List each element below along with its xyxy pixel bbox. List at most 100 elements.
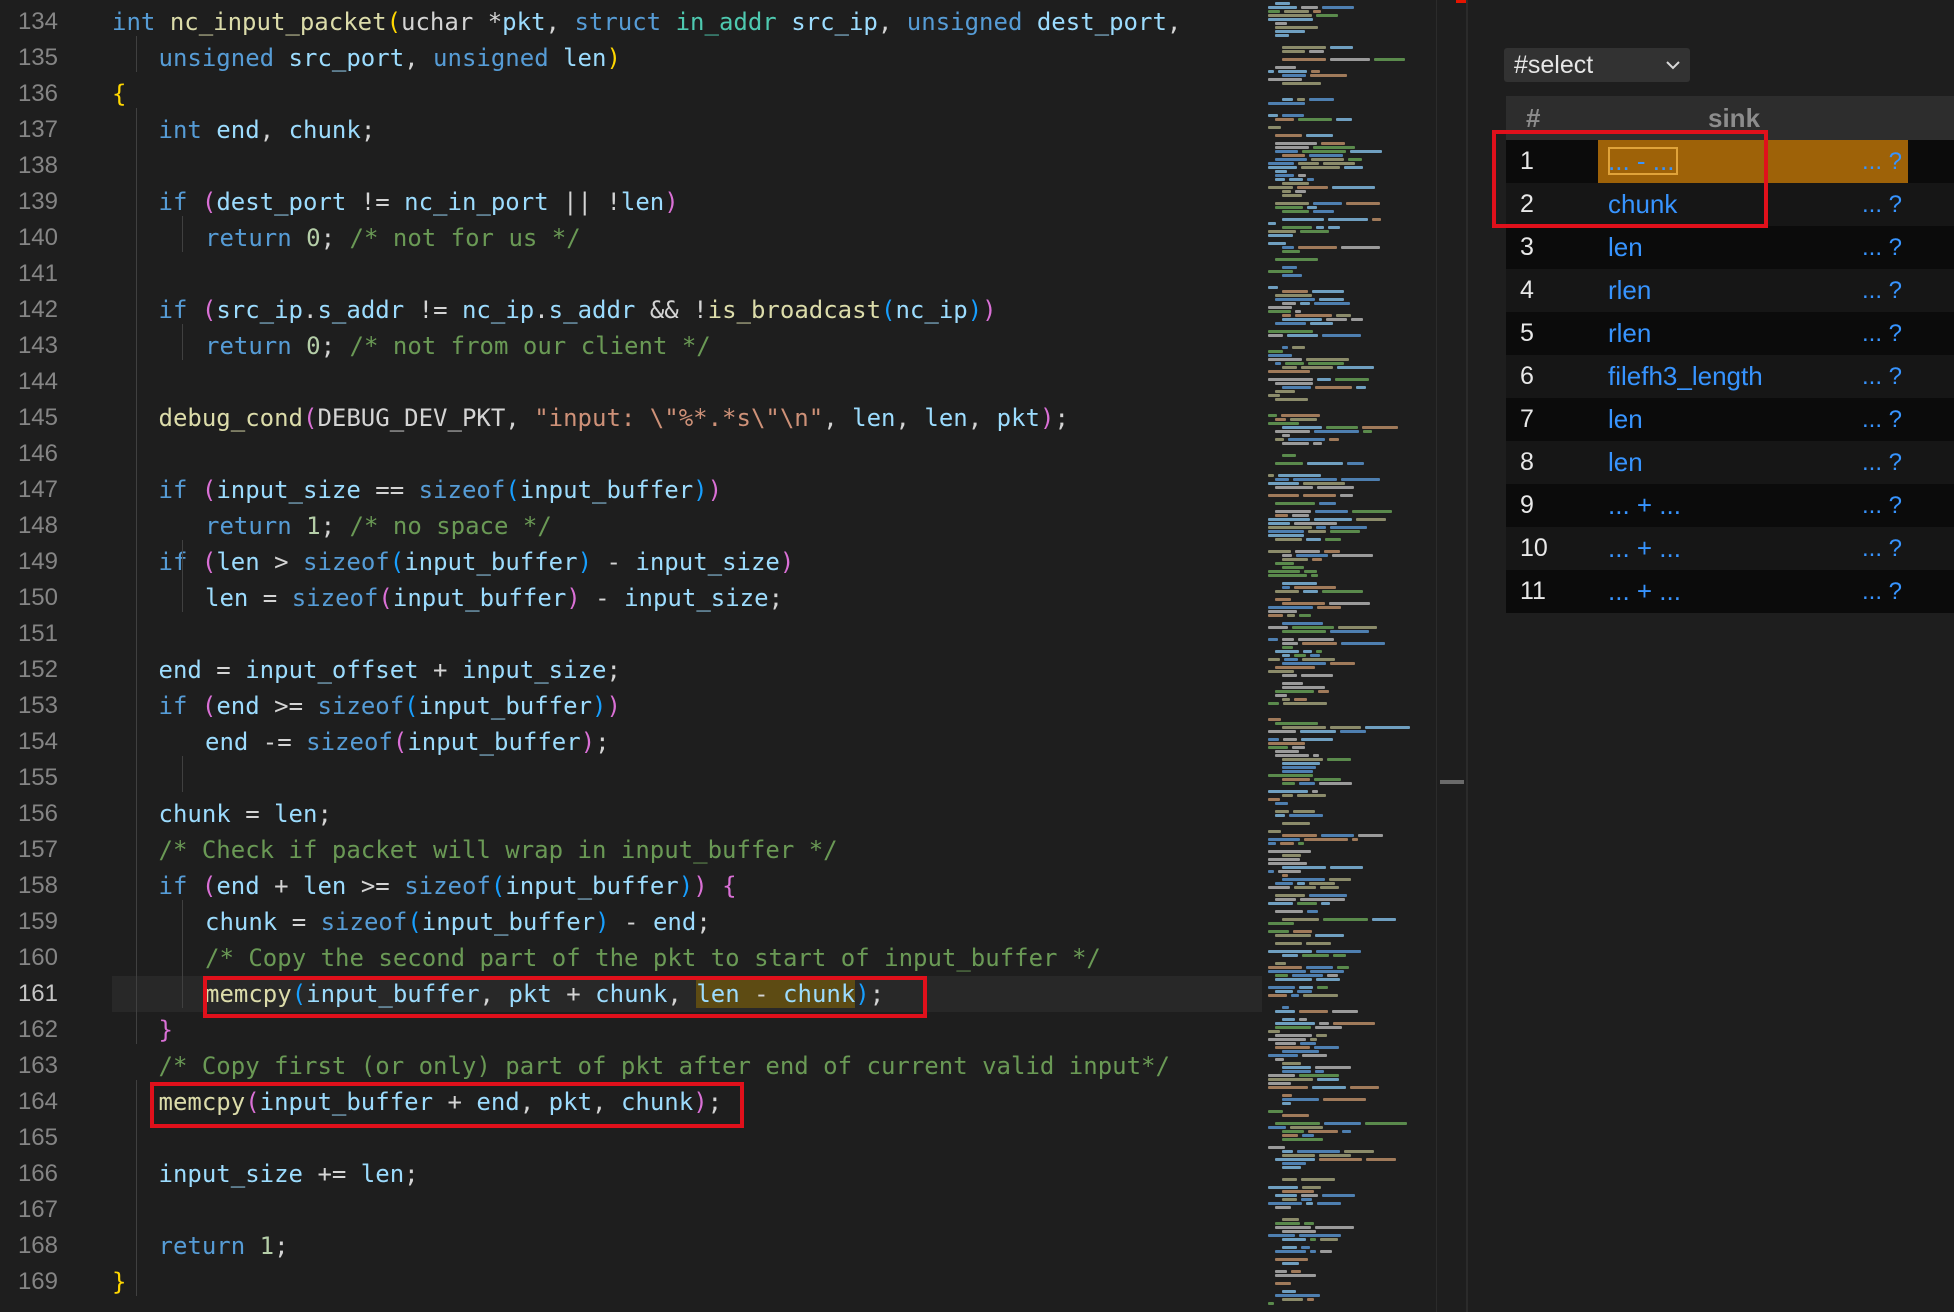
code-token: len (216, 548, 260, 576)
minimap-stroke (1301, 6, 1318, 9)
table-row[interactable]: 8 len ... ? (1506, 441, 1954, 484)
minimap-stroke (1275, 722, 1318, 725)
code-token: , (967, 404, 997, 432)
minimap-stroke (1295, 550, 1320, 553)
minimap-stroke (1306, 134, 1333, 137)
location-link[interactable]: ... ? (1862, 484, 1902, 527)
code-line[interactable]: return 0; /* not for us */ (205, 220, 581, 256)
code-line[interactable]: end = input_offset + input_size; (159, 652, 621, 688)
code-line[interactable]: end -= sizeof(input_buffer); (205, 724, 610, 760)
minimap-stroke (1282, 1138, 1323, 1141)
sink-link[interactable]: ... + ... (1608, 570, 1681, 613)
code-line[interactable]: /* Copy first (or only) part of pkt afte… (159, 1048, 1170, 1084)
sink-link[interactable]: len (1608, 226, 1643, 269)
table-row[interactable]: 9 ... + ... ... ? (1506, 484, 1954, 527)
scrollbar-thumb[interactable] (1440, 780, 1464, 784)
minimap-stroke (1278, 70, 1307, 73)
code-line[interactable]: if (dest_port != nc_in_port || !len) (159, 184, 679, 220)
table-row[interactable]: 4 rlen ... ? (1506, 269, 1954, 312)
minimap-stroke (1282, 250, 1300, 253)
minimap[interactable] (1266, 0, 1426, 1312)
minimap-stroke (1268, 1030, 1280, 1033)
minimap-stroke (1268, 606, 1313, 609)
minimap-stroke (1282, 1230, 1316, 1233)
table-row[interactable]: 3 len ... ? (1506, 226, 1954, 269)
minimap-stroke (1275, 298, 1315, 301)
sink-link[interactable]: ... + ... (1608, 484, 1681, 527)
code-line[interactable]: return 0; /* not from our client */ (205, 328, 711, 364)
code-token: end (216, 116, 260, 144)
minimap-stroke (1268, 242, 1286, 245)
query-select-dropdown[interactable]: #select (1504, 48, 1690, 82)
vertical-scrollbar[interactable] (1436, 0, 1467, 1312)
code-line[interactable]: } (112, 1264, 126, 1300)
code-line[interactable]: return 1; (159, 1228, 289, 1264)
location-link[interactable]: ... ? (1862, 441, 1902, 484)
minimap-stroke (1282, 682, 1303, 685)
table-row[interactable]: 5 rlen ... ? (1506, 312, 1954, 355)
code-token: input_buffer (519, 476, 694, 504)
code-token: input_buffer (418, 692, 593, 720)
code-line[interactable]: } (159, 1012, 173, 1048)
code-line[interactable]: if (end >= sizeof(input_buffer)) (159, 688, 621, 724)
code-line[interactable]: /* Copy the second part of the pkt to st… (205, 940, 1101, 976)
minimap-stroke (1300, 898, 1345, 901)
location-link[interactable]: ... ? (1862, 140, 1902, 183)
sink-link[interactable]: filefh3_length (1608, 355, 1763, 398)
code-token: , (505, 404, 535, 432)
code-line[interactable]: if (input_size == sizeof(input_buffer)) (159, 472, 723, 508)
location-link[interactable]: ... ? (1862, 355, 1902, 398)
code-line[interactable]: if (len > sizeof(input_buffer) - input_s… (159, 544, 795, 580)
code-line[interactable]: return 1; /* no space */ (205, 508, 552, 544)
code-line[interactable]: chunk = len; (159, 796, 332, 832)
line-number: 136 (17, 80, 58, 107)
location-link[interactable]: ... ? (1862, 183, 1902, 226)
minimap-stroke (1275, 34, 1289, 37)
code-line[interactable]: /* Check if packet will wrap in input_bu… (159, 832, 838, 868)
sink-link[interactable]: len (1608, 441, 1643, 484)
minimap-stroke (1282, 794, 1293, 797)
code-token: 0 (306, 332, 321, 360)
sink-link[interactable]: rlen (1608, 269, 1651, 312)
location-link[interactable]: ... ? (1862, 398, 1902, 441)
minimap-stroke (1275, 362, 1281, 365)
location-link[interactable]: ... ? (1862, 226, 1902, 269)
table-row[interactable]: 6 filefh3_length ... ? (1506, 355, 1954, 398)
sink-link[interactable]: len (1608, 398, 1643, 441)
location-link[interactable]: ... ? (1862, 527, 1902, 570)
location-link[interactable]: ... ? (1862, 570, 1902, 613)
code-line[interactable]: int nc_input_packet(uchar *pkt, struct i… (112, 4, 1181, 40)
code-line[interactable]: len = sizeof(input_buffer) - input_size; (205, 580, 783, 616)
sink-link[interactable]: ... + ... (1608, 527, 1681, 570)
line-number: 134 (17, 8, 58, 35)
code-token: " (808, 404, 824, 432)
code-token: = (248, 584, 292, 612)
minimap-stroke (1294, 654, 1306, 657)
minimap-stroke (1268, 422, 1299, 425)
code-line[interactable]: { (112, 76, 126, 112)
minimap-stroke (1275, 1282, 1291, 1285)
code-token: end (158, 656, 202, 684)
minimap-stroke (1323, 1098, 1366, 1101)
code-token: + (259, 872, 304, 900)
minimap-stroke (1268, 614, 1283, 617)
location-link[interactable]: ... ? (1862, 312, 1902, 355)
minimap-stroke (1301, 738, 1333, 741)
code-line[interactable]: debug_cond(DEBUG_DEV_PKT, "input: \"%*.*… (159, 400, 1069, 436)
code-editor[interactable]: 134 135 136 137 138 139 140 141 142 143 144 145 146 1… (0, 0, 1262, 1312)
code-line[interactable]: input_size += len; (159, 1156, 419, 1192)
minimap-stroke (1315, 1070, 1324, 1073)
code-line[interactable]: unsigned src_port, unsigned len) (159, 40, 621, 76)
code-line[interactable]: int end, chunk; (159, 112, 376, 148)
minimap-stroke (1275, 694, 1287, 697)
code-line[interactable]: if (src_ip.s_addr != nc_ip.s_addr && !is… (159, 292, 997, 328)
minimap-stroke (1275, 562, 1294, 565)
minimap-stroke (1275, 802, 1288, 805)
code-line[interactable]: if (end + len >= sizeof(input_buffer)) { (159, 868, 737, 904)
location-link[interactable]: ... ? (1862, 269, 1902, 312)
table-row[interactable]: 11 ... + ... ... ? (1506, 570, 1954, 613)
table-row[interactable]: 10 ... + ... ... ? (1506, 527, 1954, 570)
table-row[interactable]: 7 len ... ? (1506, 398, 1954, 441)
sink-link[interactable]: rlen (1608, 312, 1651, 355)
code-line[interactable]: chunk = sizeof(input_buffer) - end; (205, 904, 711, 940)
